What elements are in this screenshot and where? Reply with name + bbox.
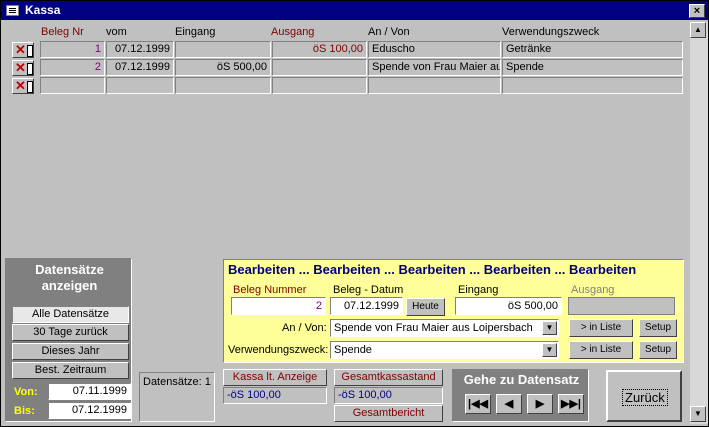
zurueck-button[interactable]: Zurück (606, 370, 682, 422)
filter-panel-title: Datensätze anzeigen (35, 262, 104, 293)
cell-an-von[interactable] (368, 77, 501, 94)
delete-record-button[interactable]: ✕ (12, 42, 34, 58)
cell-beleg-nr[interactable] (40, 77, 105, 94)
cell-beleg-nr[interactable]: 2 (40, 59, 105, 76)
von-date-input[interactable]: 07.11.1999 (48, 383, 131, 400)
cell-verwendungszweck[interactable] (502, 77, 683, 94)
cell-ausgang[interactable] (272, 77, 367, 94)
first-record-icon[interactable]: |◀◀ (465, 394, 491, 414)
an-von-setup-button[interactable]: Setup (639, 319, 677, 337)
filter-30-days-button[interactable]: 30 Tage zurück (12, 324, 129, 341)
cell-ausgang[interactable]: öS 100,00 (272, 41, 367, 58)
cell-vom[interactable]: 07.12.1999 (106, 59, 174, 76)
zurueck-label: Zurück (622, 389, 668, 406)
record-count: Datensätze: 1 (139, 372, 215, 422)
title-bar: Kassa × (1, 1, 708, 20)
chevron-down-icon[interactable]: ▼ (542, 321, 557, 335)
gesamtbericht-button[interactable]: Gesamtbericht (334, 405, 443, 422)
filter-panel: Datensätze anzeigen Alle Datensätze 30 T… (5, 258, 132, 422)
delete-x-icon: ✕ (15, 42, 26, 57)
form-icon (6, 5, 19, 16)
cell-ausgang[interactable] (272, 59, 367, 76)
beleg-nummer-input[interactable]: 2 (231, 297, 326, 315)
record-bar-icon (27, 81, 33, 93)
vertical-scrollbar[interactable]: ▲ ▼ (690, 22, 708, 424)
cell-eingang[interactable] (175, 41, 271, 58)
prev-record-icon[interactable]: ◀ (496, 394, 522, 414)
delete-x-icon: ✕ (15, 60, 26, 75)
delete-x-icon: ✕ (15, 78, 26, 93)
col-header-eingang: Eingang (175, 26, 216, 38)
last-record-icon[interactable]: ▶▶| (558, 394, 584, 414)
bis-label: Bis: (14, 405, 35, 417)
edit-panel: Bearbeiten ... Bearbeiten ... Bearbeiten… (223, 259, 684, 363)
window-title: Kassa (25, 3, 61, 17)
verwendungszweck-value: Spende (334, 344, 372, 356)
close-button[interactable]: × (689, 4, 705, 18)
von-label: Von: (14, 386, 38, 398)
record-bar-icon (27, 63, 33, 75)
gesamtkassastand-button[interactable]: Gesamtkassastand (334, 369, 443, 386)
record-bar-icon (27, 45, 33, 57)
filter-this-year-button[interactable]: Dieses Jahr (12, 343, 129, 360)
cell-an-von[interactable]: Spende von Frau Maier au (368, 59, 501, 76)
scroll-down-icon[interactable]: ▼ (690, 406, 706, 422)
gesamtkassastand-value: -öS 100,00 (334, 387, 443, 404)
an-von-value: Spende von Frau Maier aus Loipersbach (334, 322, 533, 334)
delete-record-button[interactable]: ✕ (12, 78, 34, 94)
filter-all-button[interactable]: Alle Datensätze (12, 306, 129, 323)
col-header-vom: vom (106, 26, 127, 38)
bis-date-input[interactable]: 07.12.1999 (48, 402, 131, 419)
ausgang-input[interactable] (568, 297, 675, 315)
cell-verwendungszweck[interactable]: Spende (502, 59, 683, 76)
zweck-in-liste-button[interactable]: > in Liste (569, 341, 633, 359)
col-header-verwendungszweck: Verwendungszweck (502, 26, 600, 38)
ausgang-label: Ausgang (571, 284, 615, 296)
heute-button[interactable]: Heute (406, 298, 445, 316)
record-navigation: Gehe zu Datensatz |◀◀ ◀ ▶ ▶▶| (452, 369, 589, 422)
verwendungszweck-label: Verwendungszweck: (228, 344, 329, 356)
eingang-input[interactable]: öS 500,00 (455, 297, 562, 315)
chevron-down-icon[interactable]: ▼ (542, 343, 557, 357)
cell-verwendungszweck[interactable]: Getränke (502, 41, 683, 58)
zweck-setup-button[interactable]: Setup (639, 341, 677, 359)
eingang-label: Eingang (458, 284, 499, 296)
nav-title: Gehe zu Datensatz (463, 372, 580, 387)
col-header-beleg-nr: Beleg Nr (41, 26, 84, 38)
kassa-anzeige-value: -öS 100,00 (223, 387, 327, 404)
delete-record-button[interactable]: ✕ (12, 60, 34, 76)
beleg-nummer-label: Beleg Nummer (233, 284, 307, 296)
cell-an-von[interactable]: Eduscho (368, 41, 501, 58)
an-von-dropdown[interactable]: Spende von Frau Maier aus Loipersbach ▼ (330, 319, 559, 337)
edit-marquee: Bearbeiten ... Bearbeiten ... Bearbeiten… (228, 262, 637, 277)
an-von-label: An / Von: (282, 322, 327, 334)
kassa-anzeige-button[interactable]: Kassa lt. Anzeige (223, 369, 327, 386)
beleg-datum-input[interactable]: 07.12.1999 (330, 297, 403, 315)
an-von-in-liste-button[interactable]: > in Liste (569, 319, 633, 337)
filter-range-button[interactable]: Best. Zeitraum (12, 362, 129, 379)
cell-vom[interactable]: 07.12.1999 (106, 41, 174, 58)
next-record-icon[interactable]: ▶ (527, 394, 553, 414)
col-header-an-von: An / Von (368, 26, 410, 38)
col-header-ausgang: Ausgang (271, 26, 315, 38)
cell-vom[interactable] (106, 77, 174, 94)
cell-eingang[interactable] (175, 77, 271, 94)
scroll-up-icon[interactable]: ▲ (690, 22, 706, 38)
verwendungszweck-dropdown[interactable]: Spende ▼ (330, 341, 559, 359)
cell-eingang[interactable]: öS 500,00 (175, 59, 271, 76)
cell-beleg-nr[interactable]: 1 (40, 41, 105, 58)
kassa-window: Kassa × Beleg Nr vom Eingang Ausgang An … (0, 0, 709, 427)
beleg-datum-label: Beleg - Datum (333, 284, 404, 296)
